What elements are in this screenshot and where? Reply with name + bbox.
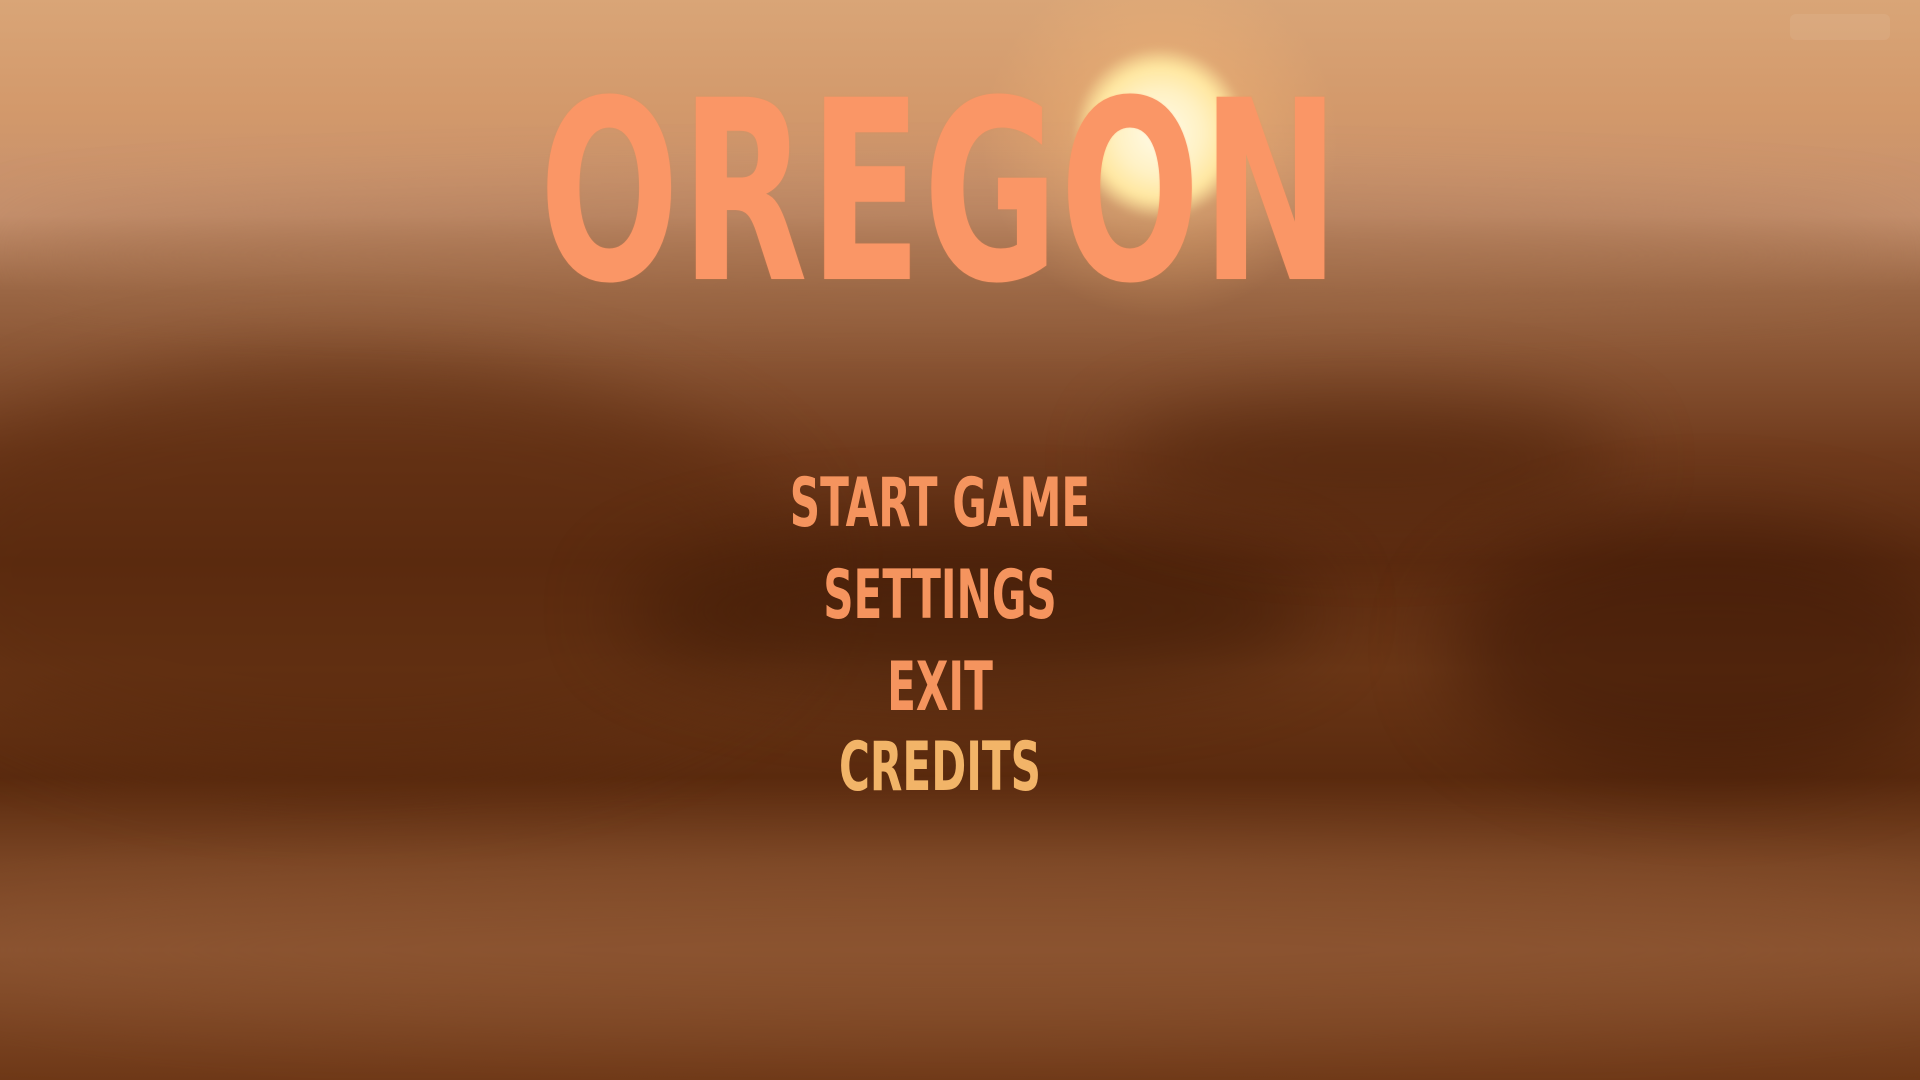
dune-foreground — [0, 860, 1920, 1040]
game-title: OREGON — [539, 47, 1341, 338]
start-game-button[interactable]: START GAME — [357, 470, 1523, 538]
credits-button[interactable]: CREDITS — [357, 734, 1523, 802]
watermark-badge — [1790, 14, 1890, 40]
settings-button[interactable]: SETTINGS — [357, 562, 1523, 630]
exit-button[interactable]: EXIT — [357, 654, 1523, 722]
